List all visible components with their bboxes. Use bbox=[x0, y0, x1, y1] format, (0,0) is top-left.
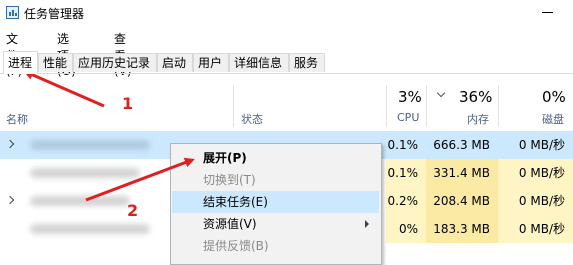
row-cpu: 0.1% bbox=[386, 159, 426, 187]
tab-startup[interactable]: 启动 bbox=[157, 53, 193, 72]
menu-item-end-task[interactable]: 结束任务(E) bbox=[172, 191, 379, 213]
tab-app-history[interactable]: 应用历史记录 bbox=[73, 53, 157, 72]
row-memory: 666.3 MB bbox=[433, 138, 490, 152]
column-disk[interactable]: 磁盘 bbox=[542, 111, 564, 127]
tab-performance[interactable]: 性能 bbox=[38, 53, 73, 72]
row-cpu: 0% bbox=[386, 215, 426, 243]
submenu-arrow-icon bbox=[365, 220, 369, 228]
memory-percent: 36% bbox=[459, 88, 493, 106]
row-memory: 331.4 MB bbox=[426, 159, 498, 187]
process-name-redacted bbox=[30, 224, 150, 234]
column-memory[interactable]: 内存 bbox=[467, 111, 489, 127]
menu-item-expand[interactable]: 展开(P) bbox=[172, 147, 379, 169]
tab-strip: 进程 性能 应用历史记录 启动 用户 详细信息 服务 bbox=[0, 51, 573, 74]
disk-percent: 0% bbox=[542, 88, 566, 106]
tab-users[interactable]: 用户 bbox=[193, 53, 229, 72]
minimize-icon[interactable] bbox=[542, 12, 553, 13]
menu-item-feedback[interactable]: 提供反馈(B) bbox=[172, 235, 379, 257]
row-disk: 0 MB/秒 bbox=[498, 215, 573, 243]
row-disk: 0 MB/秒 bbox=[518, 138, 565, 152]
expand-chevron-icon[interactable] bbox=[5, 139, 15, 149]
annotation-number-2: 2 bbox=[127, 201, 139, 220]
column-name[interactable]: 名称 bbox=[6, 111, 28, 127]
tab-details[interactable]: 详细信息 bbox=[229, 53, 289, 72]
menu-item-resource-values[interactable]: 资源值(V) bbox=[172, 213, 379, 235]
row-disk: 0 MB/秒 bbox=[498, 159, 573, 187]
title-bar: 任务管理器 bbox=[0, 0, 573, 26]
process-name-redacted bbox=[30, 140, 150, 150]
row-cpu: 0.2% bbox=[386, 187, 426, 215]
window-title: 任务管理器 bbox=[24, 7, 85, 21]
row-memory: 208.4 MB bbox=[426, 187, 498, 215]
column-status[interactable]: 状态 bbox=[241, 111, 263, 127]
menu-item-label: 资源值(V) bbox=[203, 217, 257, 231]
column-divider[interactable] bbox=[386, 85, 387, 127]
row-disk: 0 MB/秒 bbox=[498, 187, 573, 215]
column-divider[interactable] bbox=[498, 85, 499, 127]
expand-chevron-icon[interactable] bbox=[5, 195, 15, 205]
column-divider[interactable] bbox=[426, 85, 427, 127]
cpu-percent: 3% bbox=[398, 88, 422, 106]
context-menu: 展开(P) 切换到(T) 结束任务(E) 资源值(V) 提供反馈(B) bbox=[170, 143, 382, 265]
annotation-number-1: 1 bbox=[122, 94, 134, 113]
column-divider[interactable] bbox=[233, 85, 234, 127]
menu-item-switch-to[interactable]: 切换到(T) bbox=[172, 169, 379, 191]
column-cpu[interactable]: CPU bbox=[397, 111, 419, 124]
sort-chevron-icon bbox=[436, 88, 446, 98]
tab-services[interactable]: 服务 bbox=[289, 53, 325, 72]
row-memory: 183.3 MB bbox=[426, 215, 498, 243]
task-manager-icon bbox=[6, 6, 19, 19]
tab-processes[interactable]: 进程 bbox=[3, 51, 38, 74]
row-cpu: 0.1% bbox=[387, 138, 419, 152]
process-name-redacted bbox=[30, 196, 130, 206]
process-name-redacted bbox=[30, 168, 140, 178]
